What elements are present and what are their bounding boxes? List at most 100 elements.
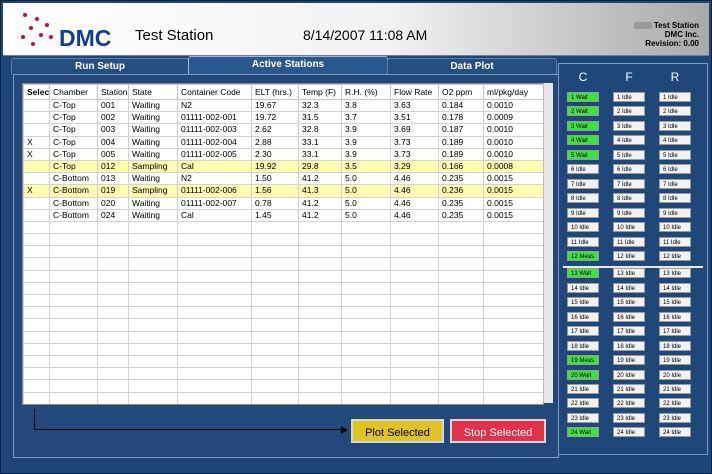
station-status-f-13[interactable]: 13 Idle	[613, 268, 645, 279]
station-status-c-3[interactable]: 3 Wait	[567, 120, 599, 131]
station-status-r-13[interactable]: 13 Idle	[659, 268, 691, 279]
station-status-c-5[interactable]: 5 Wait	[567, 149, 599, 160]
station-status-f-3[interactable]: 3 Idle	[613, 120, 645, 131]
station-status-f-8[interactable]: 8 Idle	[613, 193, 645, 204]
station-status-r-2[interactable]: 2 Idle	[659, 106, 691, 117]
station-status-c-7[interactable]: 7 Idle	[567, 178, 599, 189]
station-status-f-4[interactable]: 4 Idle	[613, 135, 645, 146]
column-header-ml-pkg-day[interactable]: ml/pkg/day	[483, 84, 543, 100]
station-status-c-17[interactable]: 17 Idle	[567, 326, 599, 337]
station-status-r-12[interactable]: 12 Idle	[659, 250, 691, 261]
station-status-r-6[interactable]: 6 Idle	[659, 164, 691, 175]
station-status-r-8[interactable]: 8 Idle	[659, 193, 691, 204]
table-row[interactable]: C-Top 012 Sampling Cal 19.92 29.8 3.5 3.29 0.166…	[23, 159, 543, 174]
cell-select[interactable]	[23, 172, 50, 186]
station-status-f-23[interactable]: 23 Idle	[613, 412, 645, 423]
stop-selected-button[interactable]: Stop Selected	[450, 419, 546, 443]
station-status-c-6[interactable]: 6 Idle	[567, 164, 599, 175]
station-status-c-10[interactable]: 10 Idle	[567, 222, 599, 233]
station-status-f-24[interactable]: 24 Idle	[613, 427, 645, 438]
tab-active-stations[interactable]: Active Stations	[188, 56, 388, 75]
station-status-f-6[interactable]: 6 Idle	[613, 164, 645, 175]
tab-data-plot[interactable]: Data Plot	[387, 58, 557, 75]
station-status-r-10[interactable]: 10 Idle	[659, 222, 691, 233]
station-status-r-18[interactable]: 18 Idle	[659, 340, 691, 351]
table-row[interactable]: C-Top 001 Waiting N2 19.67 32.3 3.8 3.63 0.184 0.…	[23, 98, 543, 113]
station-status-r-19[interactable]: 19 Idle	[659, 355, 691, 366]
table-row[interactable]: X C-Bottom 019 Sampling 01111-002-006 1.56 41.…	[23, 184, 543, 198]
station-status-c-9[interactable]: 9 Idle	[567, 207, 599, 218]
table-row[interactable]: C-Top 003 Waiting 01111-002-003 2.62 32.8 3.9 3…	[23, 123, 543, 137]
station-status-r-20[interactable]: 20 Idle	[659, 369, 691, 380]
cell-select[interactable]: X	[23, 135, 50, 149]
table-row[interactable]: C-Bottom 024 Waiting Cal 1.45 41.2 5.0 4.46 0.23…	[23, 208, 543, 222]
station-status-f-11[interactable]: 11 Idle	[613, 236, 645, 247]
table-scrollbar[interactable]	[543, 83, 553, 403]
column-header-temp[interactable]: Temp (F)	[298, 84, 342, 100]
table-row[interactable]: X C-Top 004 Waiting 01111-002-004 2.88 33.1 3.9…	[23, 135, 543, 149]
station-status-f-22[interactable]: 22 Idle	[613, 398, 645, 409]
station-status-r-9[interactable]: 9 Idle	[659, 207, 691, 218]
station-status-f-21[interactable]: 21 Idle	[613, 384, 645, 394]
cell-select[interactable]	[23, 98, 50, 113]
station-status-f-16[interactable]: 16 Idle	[613, 311, 645, 322]
station-status-c-2[interactable]: 2 Wait	[567, 106, 599, 117]
station-status-f-14[interactable]: 14 Idle	[613, 282, 645, 293]
station-status-r-1[interactable]: 1 Idle	[659, 92, 691, 102]
station-status-r-16[interactable]: 16 Idle	[659, 311, 691, 322]
cell-select[interactable]	[23, 208, 50, 222]
column-header-rh[interactable]: R.H. (%)	[341, 84, 391, 100]
station-status-c-22[interactable]: 22 Idle	[567, 398, 599, 409]
station-status-r-4[interactable]: 4 Idle	[659, 135, 691, 146]
station-status-c-21[interactable]: 21 Idle	[567, 384, 599, 394]
station-status-c-20[interactable]: 20 Wait	[567, 369, 599, 380]
column-header-o2-ppm[interactable]: O2 ppm	[438, 84, 484, 100]
station-status-c-24[interactable]: 24 Wait	[567, 427, 599, 438]
table-row[interactable]: C-Bottom 020 Waiting 01111-002-007 0.78 41.2 5…	[23, 196, 543, 210]
table-row[interactable]: X C-Top 005 Waiting 01111-002-005 2.30 33.1 3.9…	[23, 147, 543, 161]
station-status-c-19[interactable]: 19 Meas	[567, 355, 599, 366]
station-status-f-12[interactable]: 12 Idle	[613, 250, 645, 261]
table-row[interactable]: C-Top 002 Waiting 01111-002-001 19.72 31.5 3.7…	[23, 111, 543, 125]
station-status-c-13[interactable]: 13 Wait	[567, 268, 599, 279]
column-header-select[interactable]: Select	[23, 84, 50, 100]
cell-select[interactable]	[23, 159, 50, 174]
cell-select[interactable]: X	[23, 184, 50, 198]
station-status-r-22[interactable]: 22 Idle	[659, 398, 691, 409]
station-status-f-18[interactable]: 18 Idle	[613, 340, 645, 351]
station-status-r-3[interactable]: 3 Idle	[659, 120, 691, 131]
station-status-r-23[interactable]: 23 Idle	[659, 412, 691, 423]
column-header-flow-rate[interactable]: Flow Rate	[390, 84, 439, 100]
column-header-container-code[interactable]: Container Code	[177, 84, 252, 100]
station-status-f-17[interactable]: 17 Idle	[613, 326, 645, 337]
station-status-f-19[interactable]: 19 Idle	[613, 355, 645, 366]
station-status-c-23[interactable]: 23 Idle	[567, 412, 599, 423]
column-header-state[interactable]: State	[128, 84, 178, 100]
station-status-r-21[interactable]: 21 Idle	[659, 384, 691, 394]
station-status-f-10[interactable]: 10 Idle	[613, 222, 645, 233]
column-header-elt[interactable]: ELT (hrs.)	[251, 84, 299, 100]
plot-selected-button[interactable]: Plot Selected	[351, 419, 444, 443]
column-header-chamber[interactable]: Chamber	[49, 84, 98, 100]
station-status-c-4[interactable]: 4 Wait	[567, 135, 599, 146]
station-status-c-11[interactable]: 11 Idle	[567, 236, 599, 247]
station-status-c-14[interactable]: 14 Idle	[567, 282, 599, 293]
station-status-c-12[interactable]: 12 Meas	[567, 250, 599, 261]
table-row[interactable]: C-Bottom 013 Waiting N2 1.50 41.2 5.0 4.46 0.235…	[23, 172, 543, 186]
station-status-c-1[interactable]: 1 Wait	[567, 92, 599, 102]
cell-select[interactable]	[23, 111, 50, 125]
column-header-station[interactable]: Station	[97, 84, 129, 100]
station-status-r-11[interactable]: 11 Idle	[659, 236, 691, 247]
station-status-f-7[interactable]: 7 Idle	[613, 178, 645, 189]
station-status-f-15[interactable]: 15 Idle	[613, 297, 645, 308]
cell-select[interactable]	[23, 123, 50, 137]
station-status-r-24[interactable]: 24 Idle	[659, 427, 691, 438]
station-status-f-5[interactable]: 5 Idle	[613, 149, 645, 160]
station-status-c-16[interactable]: 16 Idle	[567, 311, 599, 322]
cell-select[interactable]	[23, 196, 50, 210]
station-status-f-9[interactable]: 9 Idle	[613, 207, 645, 218]
station-status-r-17[interactable]: 17 Idle	[659, 326, 691, 337]
station-status-c-8[interactable]: 8 Idle	[567, 193, 599, 204]
cell-select[interactable]: X	[23, 147, 50, 161]
station-status-r-5[interactable]: 5 Idle	[659, 149, 691, 160]
